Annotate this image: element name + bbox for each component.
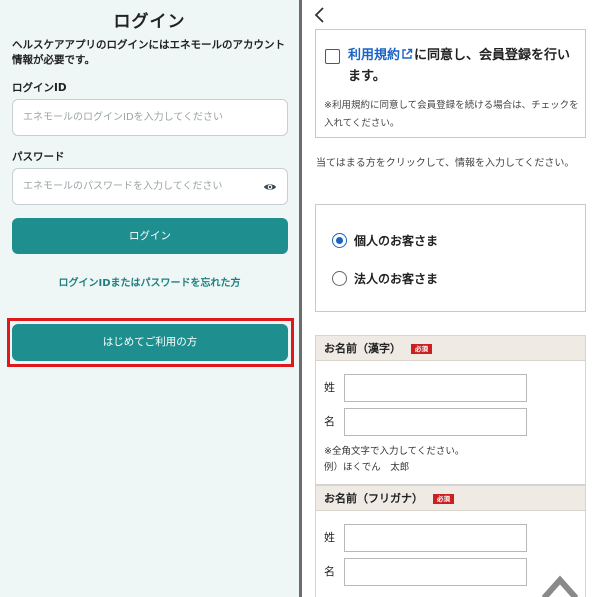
login-intro-text: ヘルスケアアプリのログインにはエネモールのアカウント情報が必要です。 [12,39,285,66]
login-button[interactable]: ログイン [12,218,288,254]
radio-individual-button[interactable] [332,233,347,248]
name-kanji-title: お名前（漢字） [324,342,401,355]
login-screen: ログイン ヘルスケアアプリのログインにはエネモールのアカウント情報が必要です。 … [0,0,299,597]
name-kana-title: お名前（フリガナ） [324,492,423,505]
scroll-top-icon[interactable] [540,572,580,597]
login-id-input[interactable]: エネモールのログインIDを入力してください [12,99,288,136]
customer-type-instruction: 当てはまる方をクリックして、情報を入力してください。 [316,158,575,169]
name-kanji-section: お名前（漢字） 必須 姓 名 ※全角文字で入力してください。 例）ほくでん 太郎 [315,335,586,485]
page-title: ログイン [113,12,186,32]
radio-corporate-label: 法人のお客さま [354,272,439,286]
login-id-label: ログインID [12,82,67,94]
password-label: パスワード [12,151,65,163]
customer-type-group: 個人のお客さま 法人のお客さま [315,204,586,312]
first-time-user-button[interactable]: はじめてご利用の方 [12,324,288,361]
login-id-placeholder: エネモールのログインIDを入力してください [23,112,224,123]
last-name-label: 姓 [324,381,335,394]
kana-last-name-input[interactable] [344,524,527,552]
kanji-last-name-input[interactable] [344,374,527,402]
terms-link[interactable]: 利用規約 [348,48,400,63]
kana-first-name-input[interactable] [344,558,527,586]
name-kanji-header: お名前（漢字） 必須 [316,336,585,361]
kanji-first-name-input[interactable] [344,408,527,436]
eye-icon[interactable] [263,180,277,194]
terms-agreement-text: 利用規約 に同意し、会員登録を行います。 [348,45,580,87]
required-badge: 必須 [411,344,432,354]
radio-corporate-button[interactable] [332,271,347,286]
back-chevron-icon[interactable] [313,6,327,24]
external-link-icon [402,48,413,59]
radio-individual-label: 個人のお客さま [354,234,439,248]
name-kanji-note-line1: ※全角文字で入力してください。 [324,446,465,457]
terms-checkbox[interactable] [325,49,340,64]
terms-note: ※利用規約に同意して会員登録を続ける場合は、チェックを入れてください。 [324,100,579,129]
terms-agreement-box: 利用規約 に同意し、会員登録を行います。 ※利用規約に同意して会員登録を続ける場合… [315,29,586,138]
name-kanji-note-line2: 例）ほくでん 太郎 [324,462,410,473]
name-kana-header: お名前（フリガナ） 必須 [316,486,585,511]
last-name-label: 姓 [324,531,335,544]
name-kanji-note: ※全角文字で入力してください。 例）ほくでん 太郎 [324,444,464,476]
registration-screen: 利用規約 に同意し、会員登録を行います。 ※利用規約に同意して会員登録を続ける場合… [302,0,600,597]
password-placeholder: エネモールのパスワードを入力してください [23,181,223,192]
first-name-label: 名 [324,415,335,428]
forgot-credentials-link[interactable]: ログインIDまたはパスワードを忘れた方 [0,274,299,289]
first-name-label: 名 [324,565,335,578]
required-badge: 必須 [433,494,454,504]
password-input[interactable]: エネモールのパスワードを入力してください [12,168,288,205]
